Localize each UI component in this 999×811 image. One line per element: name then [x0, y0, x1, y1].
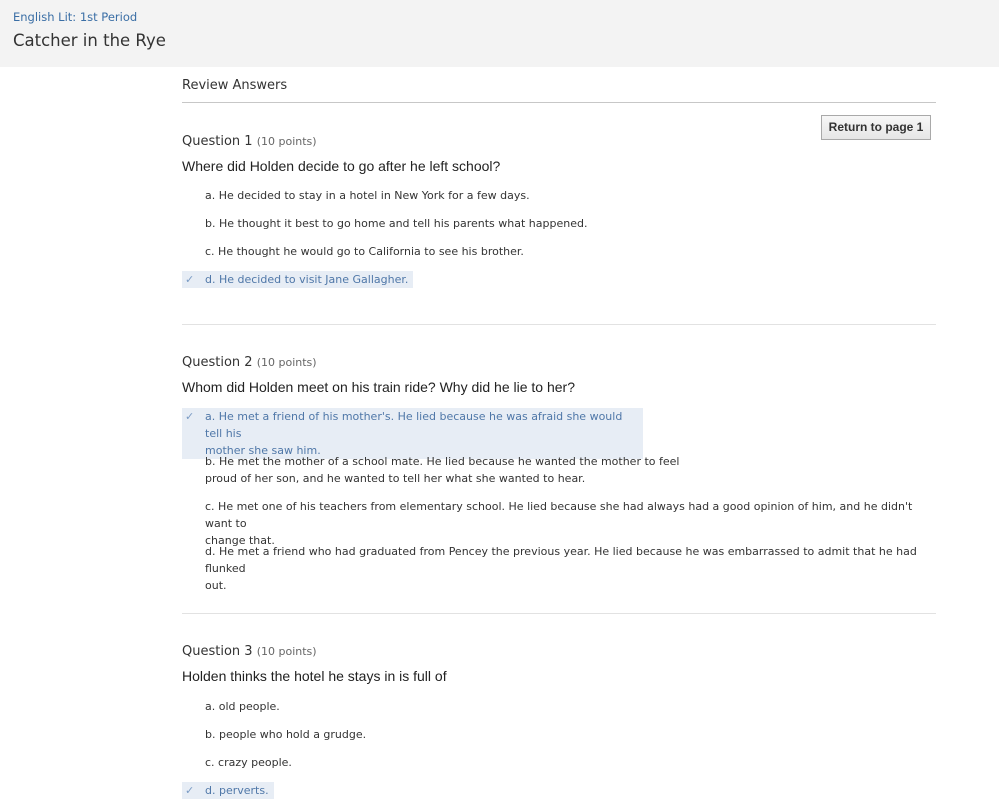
answer-option: b. He thought it best to go home and tel… — [205, 217, 588, 230]
review-answers-heading: Review Answers — [182, 67, 936, 103]
answer-text: d. He decided to visit Jane Gallagher. — [205, 273, 409, 286]
answer-option-selected: ✓ a. He met a friend of his mother's. He… — [182, 408, 643, 459]
question-header: Question 1 (10 points) — [182, 134, 936, 152]
question-points: (10 points) — [256, 356, 317, 369]
question-label: Question 1 — [182, 134, 253, 149]
question-divider — [182, 324, 936, 325]
question-label: Question 3 — [182, 644, 253, 659]
answer-text-line: out. — [205, 579, 227, 592]
question-1: Question 1 (10 points) Where did Holden … — [182, 134, 936, 288]
question-points: (10 points) — [256, 135, 317, 148]
question-3: Question 3 (10 points) Holden thinks the… — [182, 644, 936, 799]
question-prompt: Whom did Holden meet on his train ride? … — [182, 379, 575, 395]
course-link[interactable]: English Lit: 1st Period — [13, 10, 137, 24]
answer-option: a. He decided to stay in a hotel in New … — [205, 189, 530, 202]
answer-option-selected: ✓ d. perverts. — [182, 782, 274, 799]
answer-option: c. crazy people. — [205, 756, 292, 769]
question-points: (10 points) — [256, 645, 317, 658]
answer-text: d. perverts. — [205, 784, 269, 797]
question-divider — [182, 613, 936, 614]
question-2: Question 2 (10 points) Whom did Holden m… — [182, 355, 936, 592]
answer-option: b. He met the mother of a school mate. H… — [205, 453, 679, 487]
check-icon: ✓ — [185, 273, 195, 286]
answer-text-line: b. He met the mother of a school mate. H… — [205, 455, 680, 468]
question-prompt: Holden thinks the hotel he stays in is f… — [182, 668, 447, 684]
question-prompt: Where did Holden decide to go after he l… — [182, 158, 501, 174]
answer-option: b. people who hold a grudge. — [205, 728, 367, 741]
page-title: Catcher in the Rye — [13, 31, 166, 50]
review-panel: Review Answers Return to page 1 Question… — [182, 67, 936, 799]
answer-text-line: c. He met one of his teachers from eleme… — [205, 500, 913, 530]
question-header: Question 2 (10 points) — [182, 355, 936, 373]
answer-option: c. He thought he would go to California … — [205, 245, 524, 258]
check-icon: ✓ — [185, 784, 195, 797]
answer-option: d. He met a friend who had graduated fro… — [205, 543, 936, 594]
answer-text-line: proud of her son, and he wanted to tell … — [205, 472, 586, 485]
answer-text-line: d. He met a friend who had graduated fro… — [205, 545, 917, 575]
answer-option: a. old people. — [205, 700, 280, 713]
answer-option-selected: ✓ d. He decided to visit Jane Gallagher. — [182, 271, 414, 288]
question-header: Question 3 (10 points) — [182, 644, 936, 662]
answer-text-line: a. He met a friend of his mother's. He l… — [205, 410, 623, 440]
header-bar: English Lit: 1st Period Catcher in the R… — [0, 0, 999, 67]
question-label: Question 2 — [182, 355, 253, 370]
answer-option: c. He met one of his teachers from eleme… — [205, 498, 936, 549]
check-icon: ✓ — [185, 410, 195, 423]
